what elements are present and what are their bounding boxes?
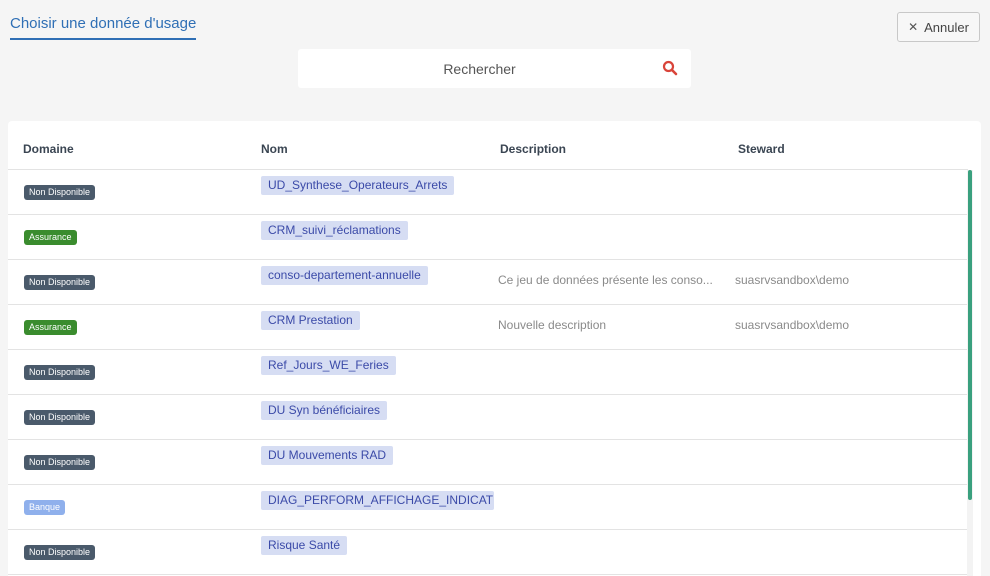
dataset-name-tag[interactable]: Risque Santé <box>261 536 348 555</box>
domain-badge: Non Disponible <box>24 410 96 425</box>
column-header-description[interactable]: Description <box>500 142 566 156</box>
dataset-steward: suasrvsandbox\demo <box>735 318 850 332</box>
column-header-domain[interactable]: Domaine <box>23 142 74 156</box>
domain-badge: Non Disponible <box>24 455 96 470</box>
table-header: Domaine Nom Description Steward <box>8 121 968 170</box>
scrollbar-thumb[interactable] <box>968 170 972 500</box>
dataset-description: Ce jeu de données présente les conso... <box>498 273 713 287</box>
results-panel: Domaine Nom Description Steward Non Disp… <box>8 121 981 576</box>
table-row[interactable]: Non Disponible UD_Synthese_Operateurs_Arr… <box>8 170 968 215</box>
cancel-label: Annuler <box>924 19 969 35</box>
search-icon[interactable] <box>662 60 678 76</box>
table-body: Non Disponible UD_Synthese_Operateurs_Arr… <box>8 170 968 575</box>
table-row[interactable]: Assurance CRM_suivi_réclamations <box>8 215 968 260</box>
dataset-name-tag[interactable]: DU Mouvements RAD <box>261 446 394 465</box>
page-title: Choisir une donnée d'usage <box>10 14 197 40</box>
dataset-name-tag[interactable]: conso-departement-annuelle <box>261 266 428 285</box>
table-row[interactable]: Non Disponible conso-departement-annuelle… <box>8 260 968 305</box>
domain-badge: Non Disponible <box>24 545 96 560</box>
search-input[interactable] <box>298 49 691 88</box>
column-header-steward[interactable]: Steward <box>738 142 785 156</box>
dataset-name-tag[interactable]: CRM Prestation <box>261 311 360 330</box>
domain-badge: Assurance <box>24 230 77 245</box>
cancel-button[interactable]: ✕ Annuler <box>897 12 980 42</box>
domain-badge: Non Disponible <box>24 275 96 290</box>
search-box <box>298 49 691 88</box>
table-row[interactable]: Banque DIAG_PERFORM_AFFICHAGE_INDICATEURS <box>8 485 968 530</box>
domain-badge: Non Disponible <box>24 365 96 380</box>
dataset-steward: suasrvsandbox\demo <box>735 273 850 287</box>
column-header-name[interactable]: Nom <box>261 142 288 156</box>
table-row[interactable]: Non Disponible Ref_Jours_WE_Feries <box>8 350 968 395</box>
dataset-name-tag[interactable]: Ref_Jours_WE_Feries <box>261 356 396 375</box>
table-row[interactable]: Non Disponible Risque Santé <box>8 530 968 575</box>
table-row[interactable]: Non Disponible DU Syn bénéficiaires <box>8 395 968 440</box>
table-row[interactable]: Assurance CRM Prestation Nouvelle descript… <box>8 305 968 350</box>
dataset-name-tag[interactable]: DIAG_PERFORM_AFFICHAGE_INDICATEURS <box>261 491 494 510</box>
dataset-name-tag[interactable]: UD_Synthese_Operateurs_Arrets <box>261 176 455 195</box>
domain-badge: Non Disponible <box>24 185 96 200</box>
dataset-name-tag[interactable]: DU Syn bénéficiaires <box>261 401 388 420</box>
dataset-description: Nouvelle description <box>498 318 607 332</box>
domain-badge: Assurance <box>24 320 77 335</box>
domain-badge: Banque <box>24 500 66 515</box>
dataset-name-tag[interactable]: CRM_suivi_réclamations <box>261 221 408 240</box>
close-icon: ✕ <box>908 20 919 34</box>
table-row[interactable]: Non Disponible DU Mouvements RAD <box>8 440 968 485</box>
